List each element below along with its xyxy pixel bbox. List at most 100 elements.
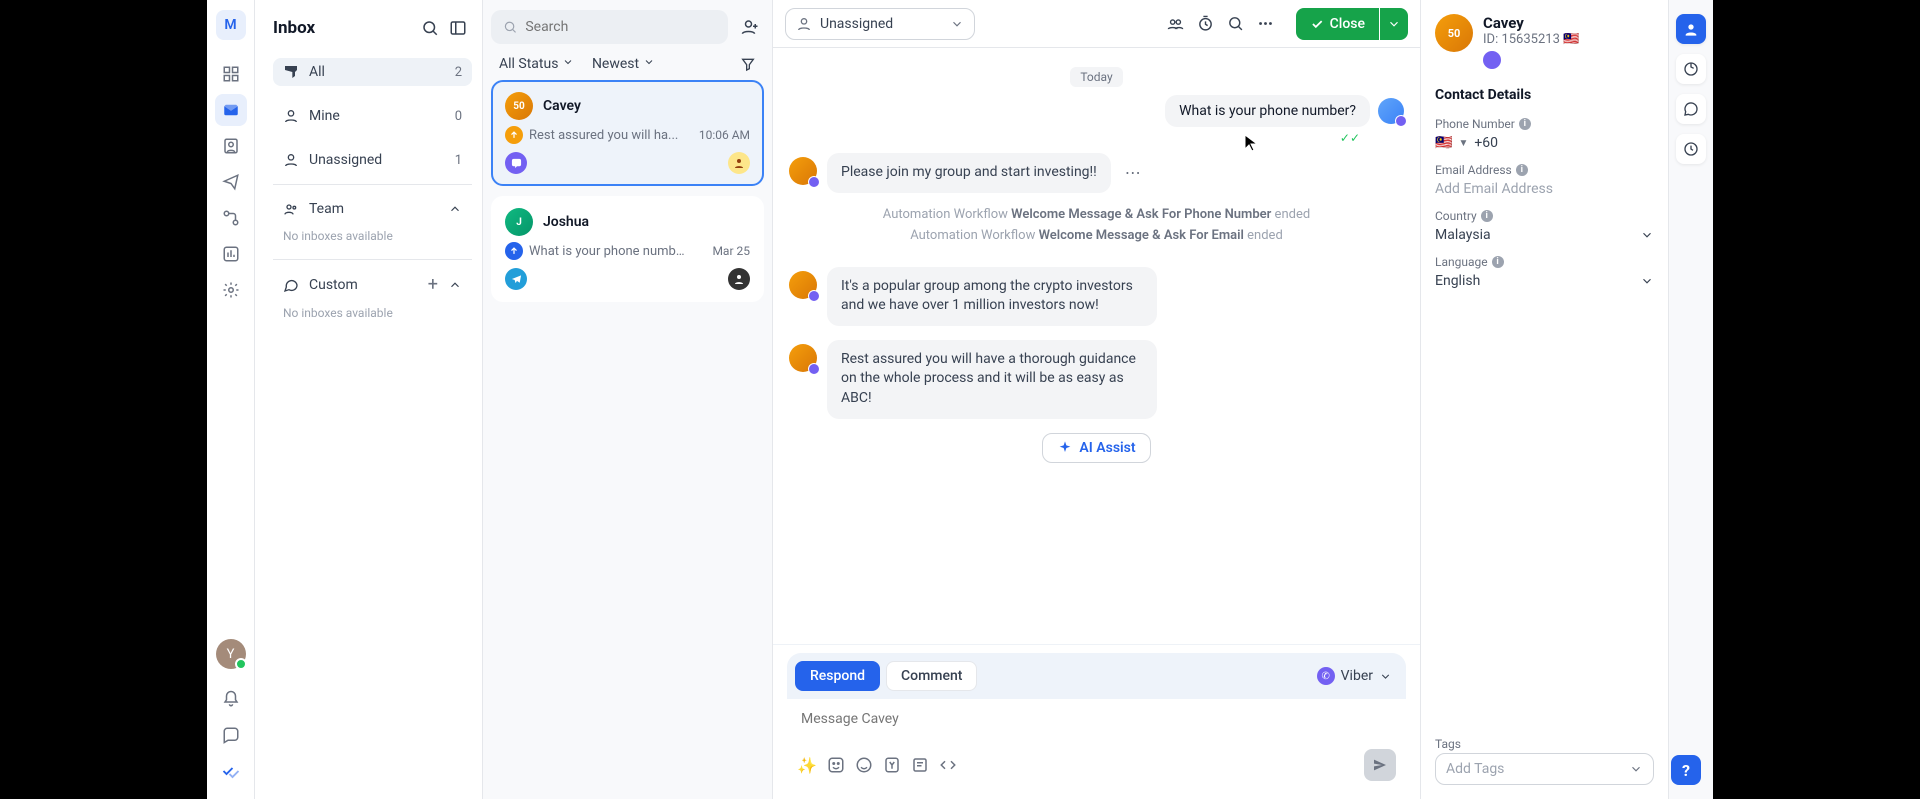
chat-panel: Unassigned Close Today What is xyxy=(773,0,1421,799)
filter-mine[interactable]: Mine 0 xyxy=(273,102,472,130)
info-icon[interactable]: i xyxy=(1481,210,1493,222)
sparkle-icon xyxy=(1057,440,1073,456)
team-icon xyxy=(283,201,299,217)
respond-tab[interactable]: Respond xyxy=(795,661,880,691)
nav-contacts[interactable] xyxy=(215,130,247,162)
participants-icon[interactable] xyxy=(1162,10,1190,38)
chevron-down-icon xyxy=(950,17,964,31)
phone-field[interactable]: 🇲🇾▼+60 xyxy=(1421,133,1668,155)
search-chat-icon[interactable] xyxy=(1222,10,1250,38)
nav-help[interactable] xyxy=(215,719,247,751)
attach-icon[interactable] xyxy=(855,756,873,774)
email-label: Email Addressi xyxy=(1421,155,1668,179)
inbox-collapse-icon[interactable] xyxy=(444,14,472,42)
chevron-down-icon xyxy=(1640,228,1654,242)
contact-avatar-icon xyxy=(789,271,817,299)
emoji-icon[interactable] xyxy=(827,756,845,774)
add-user-icon[interactable] xyxy=(736,13,764,41)
inbox-search-icon[interactable] xyxy=(416,14,444,42)
status-filter[interactable]: All Status xyxy=(499,56,574,72)
tray-icon xyxy=(283,64,299,80)
inbox-title: Inbox xyxy=(273,18,416,38)
tags-input[interactable]: Add Tags xyxy=(1435,753,1654,785)
filter-icon[interactable] xyxy=(740,56,756,72)
close-button[interactable]: Close xyxy=(1296,8,1379,40)
template-icon[interactable] xyxy=(911,756,929,774)
email-field[interactable]: Add Email Address xyxy=(1421,179,1668,201)
filter-mine-label: Mine xyxy=(309,108,340,124)
phone-value: +60 xyxy=(1474,135,1498,151)
conversation-search[interactable] xyxy=(491,10,728,44)
nav-inbox[interactable] xyxy=(215,94,247,126)
channel-selector[interactable]: ✆ Viber xyxy=(1317,667,1398,685)
direction-icon xyxy=(505,242,523,260)
filter-unassigned[interactable]: Unassigned 1 xyxy=(273,146,472,174)
nav-settings[interactable] xyxy=(215,274,247,306)
telegram-icon xyxy=(505,268,527,290)
viber-badge-icon xyxy=(1395,115,1407,127)
chat-icon xyxy=(283,277,299,293)
nav-notifications[interactable] xyxy=(215,683,247,715)
chevron-down-icon xyxy=(1379,670,1392,683)
info-icon[interactable]: i xyxy=(1516,164,1528,176)
history-tab-button[interactable] xyxy=(1676,134,1706,164)
assignee-icon xyxy=(728,268,750,290)
info-icon[interactable]: i xyxy=(1492,256,1504,268)
contact-tab-button[interactable] xyxy=(1676,14,1706,44)
country-select[interactable]: Malaysia xyxy=(1435,227,1654,243)
tags-label: Tags xyxy=(1435,729,1654,753)
in-bubble: Rest assured you will have a thorough gu… xyxy=(827,340,1157,419)
user-icon xyxy=(283,108,299,124)
send-button[interactable] xyxy=(1364,749,1396,781)
nav-dashboard[interactable] xyxy=(215,58,247,90)
timer-icon[interactable] xyxy=(1192,10,1220,38)
nav-done[interactable] xyxy=(215,755,247,787)
out-bubble: What is your phone number? xyxy=(1165,95,1370,127)
contact-panel: 50 Cavey ID: 15635213 🇲🇾 Contact Details… xyxy=(1421,0,1669,799)
viber-badge-icon xyxy=(808,290,820,302)
group-team[interactable]: Team xyxy=(273,195,472,223)
voice-icon[interactable] xyxy=(883,756,901,774)
workflow-ended-0: Automation Workflow Welcome Message & As… xyxy=(789,207,1404,222)
search-input[interactable] xyxy=(525,19,716,35)
conversation-name: Joshua xyxy=(543,214,589,230)
nav-reports[interactable] xyxy=(215,238,247,270)
group-team-label: Team xyxy=(309,201,344,217)
group-custom[interactable]: Custom + xyxy=(273,270,472,300)
help-fab-button[interactable]: ? xyxy=(1671,755,1701,785)
more-icon[interactable] xyxy=(1252,10,1280,38)
close-dropdown[interactable] xyxy=(1380,8,1408,40)
snippet-icon[interactable] xyxy=(939,756,957,774)
info-icon[interactable]: i xyxy=(1519,118,1531,130)
assignee-dropdown[interactable]: Unassigned xyxy=(785,8,975,40)
filter-all[interactable]: All 2 xyxy=(273,58,472,86)
plus-icon[interactable]: + xyxy=(428,276,438,294)
in-message-0: Please join my group and start investing… xyxy=(789,153,1404,193)
message-input[interactable] xyxy=(787,699,1406,741)
conversation-item-1[interactable]: J Joshua What is your phone number? Mar … xyxy=(491,196,764,302)
team-empty: No inboxes available xyxy=(273,223,472,249)
ai-tool-icon[interactable]: ✨ xyxy=(797,756,817,775)
in-message-1: It's a popular group among the crypto in… xyxy=(789,267,1404,326)
contact-id: ID: 15635213 xyxy=(1483,32,1560,47)
conversation-item-0[interactable]: 50 Cavey Rest assured you will ha... 10:… xyxy=(491,80,764,186)
avatar-icon: J xyxy=(505,208,533,236)
my-avatar[interactable]: Y xyxy=(216,639,246,669)
language-select[interactable]: English xyxy=(1435,273,1654,289)
activity-tab-button[interactable] xyxy=(1676,54,1706,84)
viber-icon xyxy=(505,152,527,174)
workspace-badge[interactable]: M xyxy=(216,10,246,40)
sort-filter[interactable]: Newest xyxy=(592,56,655,72)
nav-broadcast[interactable] xyxy=(215,166,247,198)
ai-assist-button[interactable]: AI Assist xyxy=(1042,433,1150,463)
assignee-icon xyxy=(728,152,750,174)
check-icon xyxy=(1310,17,1324,31)
group-custom-label: Custom xyxy=(309,277,358,293)
whatsapp-tab-button[interactable] xyxy=(1676,94,1706,124)
nav-workflows[interactable] xyxy=(215,202,247,234)
contact-header: 50 Cavey ID: 15635213 🇲🇾 xyxy=(1421,0,1668,75)
comment-tab[interactable]: Comment xyxy=(886,661,977,691)
message-actions-icon[interactable]: ⋯ xyxy=(1121,159,1145,186)
contact-details-title: Contact Details xyxy=(1421,75,1668,109)
flag-icon: 🇲🇾 xyxy=(1435,135,1452,151)
